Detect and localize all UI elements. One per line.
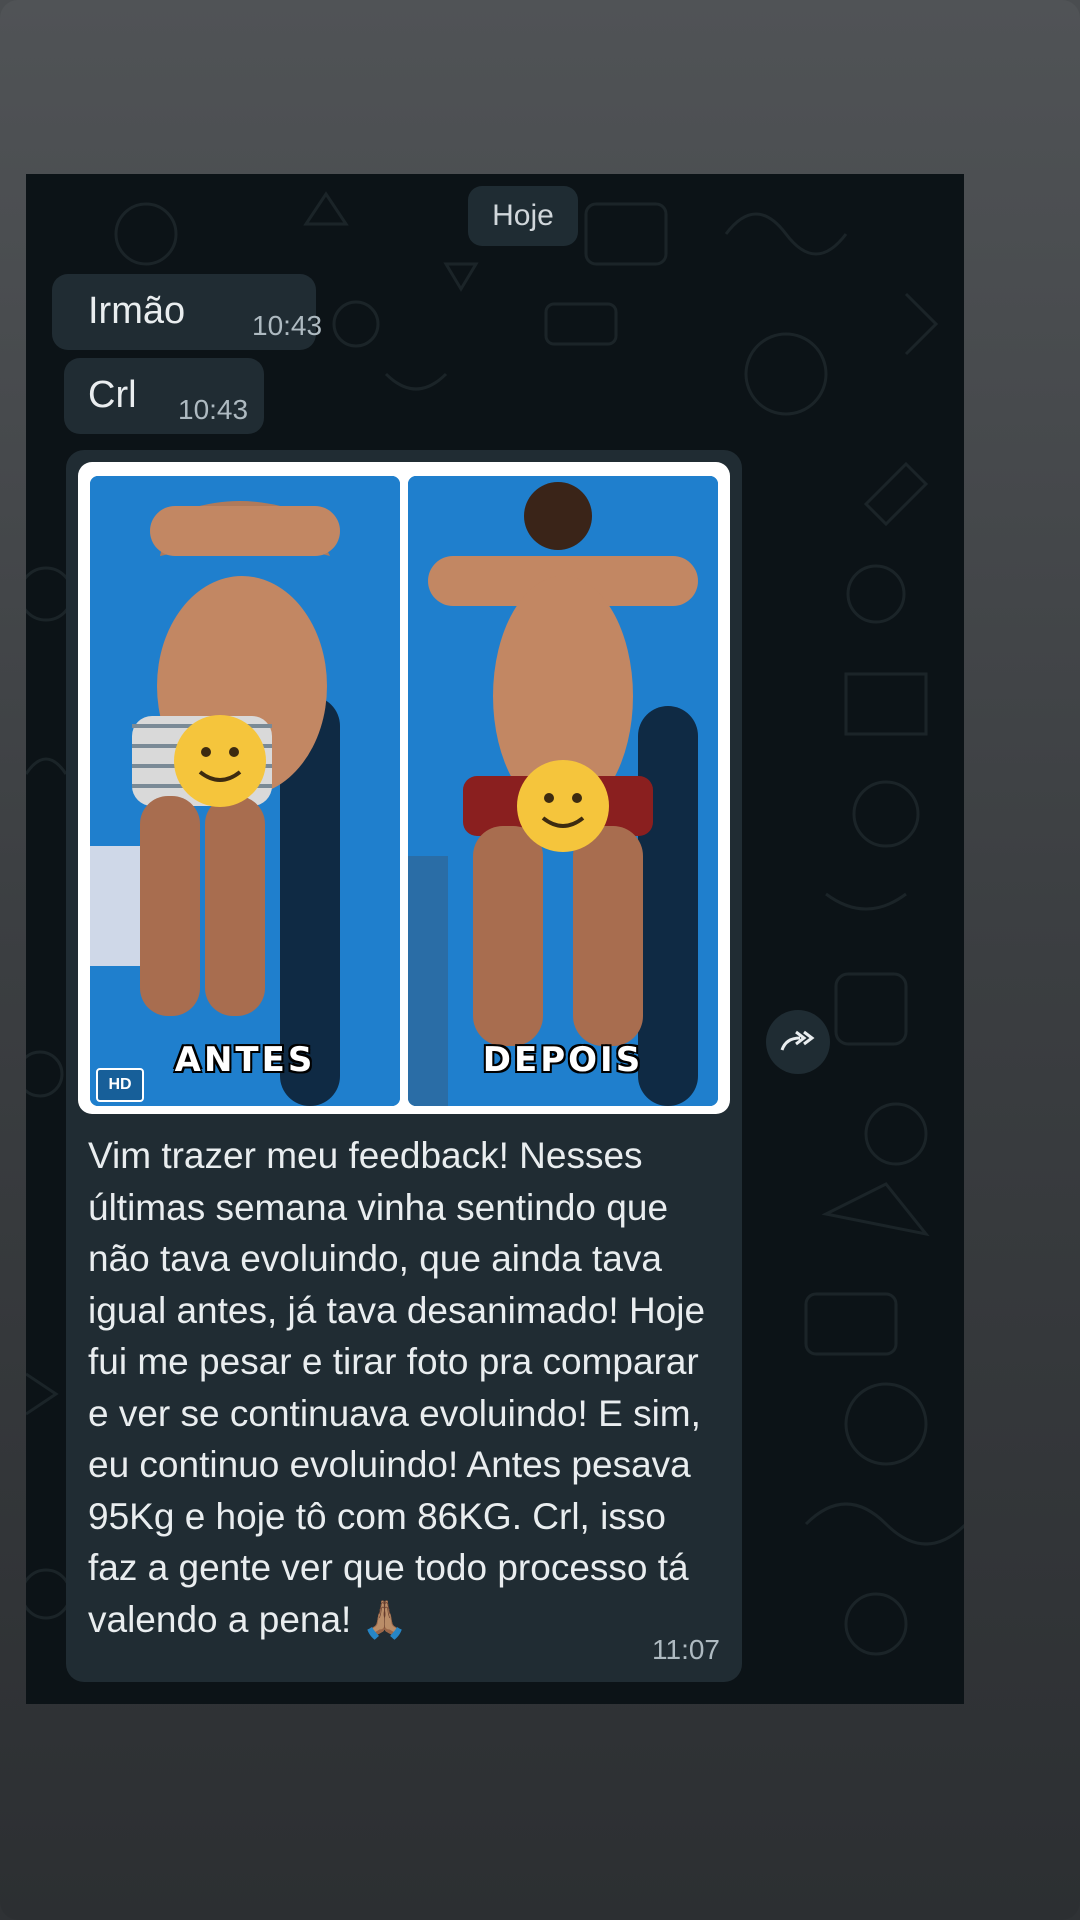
message-time: 10:43	[178, 394, 249, 425]
message-bubble[interactable]: Irmão 10:43	[52, 274, 322, 350]
after-photo-illustration	[408, 476, 718, 1106]
after-label: DEPOIS	[482, 1040, 644, 1080]
message-caption: Vim trazer meu feedback! Nesses últimas …	[88, 1135, 706, 1640]
image-collage[interactable]: ANTES HD DEPOIS	[78, 462, 730, 1114]
forward-icon	[780, 1030, 815, 1051]
media-message-bubble[interactable]: ANTES HD DEPOIS Vim trazer meu feedback!…	[66, 450, 742, 1682]
after-photo[interactable]: DEPOIS	[408, 476, 718, 1106]
date-divider: Hoje	[468, 186, 578, 246]
screenshot-frame: Hoje Irmão 10:43 Crl 10:43 ANTES HD DEPO…	[0, 0, 1080, 1920]
message-text: Irmão	[88, 290, 186, 332]
message-bubble[interactable]: Crl 10:43	[64, 358, 264, 434]
message-time: 10:43	[252, 310, 323, 341]
hd-badge: HD	[96, 1068, 144, 1102]
chat-view[interactable]: Hoje Irmão 10:43 Crl 10:43 ANTES HD DEPO…	[26, 174, 964, 1704]
forward-button[interactable]	[766, 1010, 830, 1074]
before-photo-illustration	[90, 476, 400, 1106]
message-time: 11:07	[652, 1634, 720, 1665]
message-text: Crl	[88, 374, 137, 416]
before-photo[interactable]: ANTES HD	[90, 476, 400, 1106]
